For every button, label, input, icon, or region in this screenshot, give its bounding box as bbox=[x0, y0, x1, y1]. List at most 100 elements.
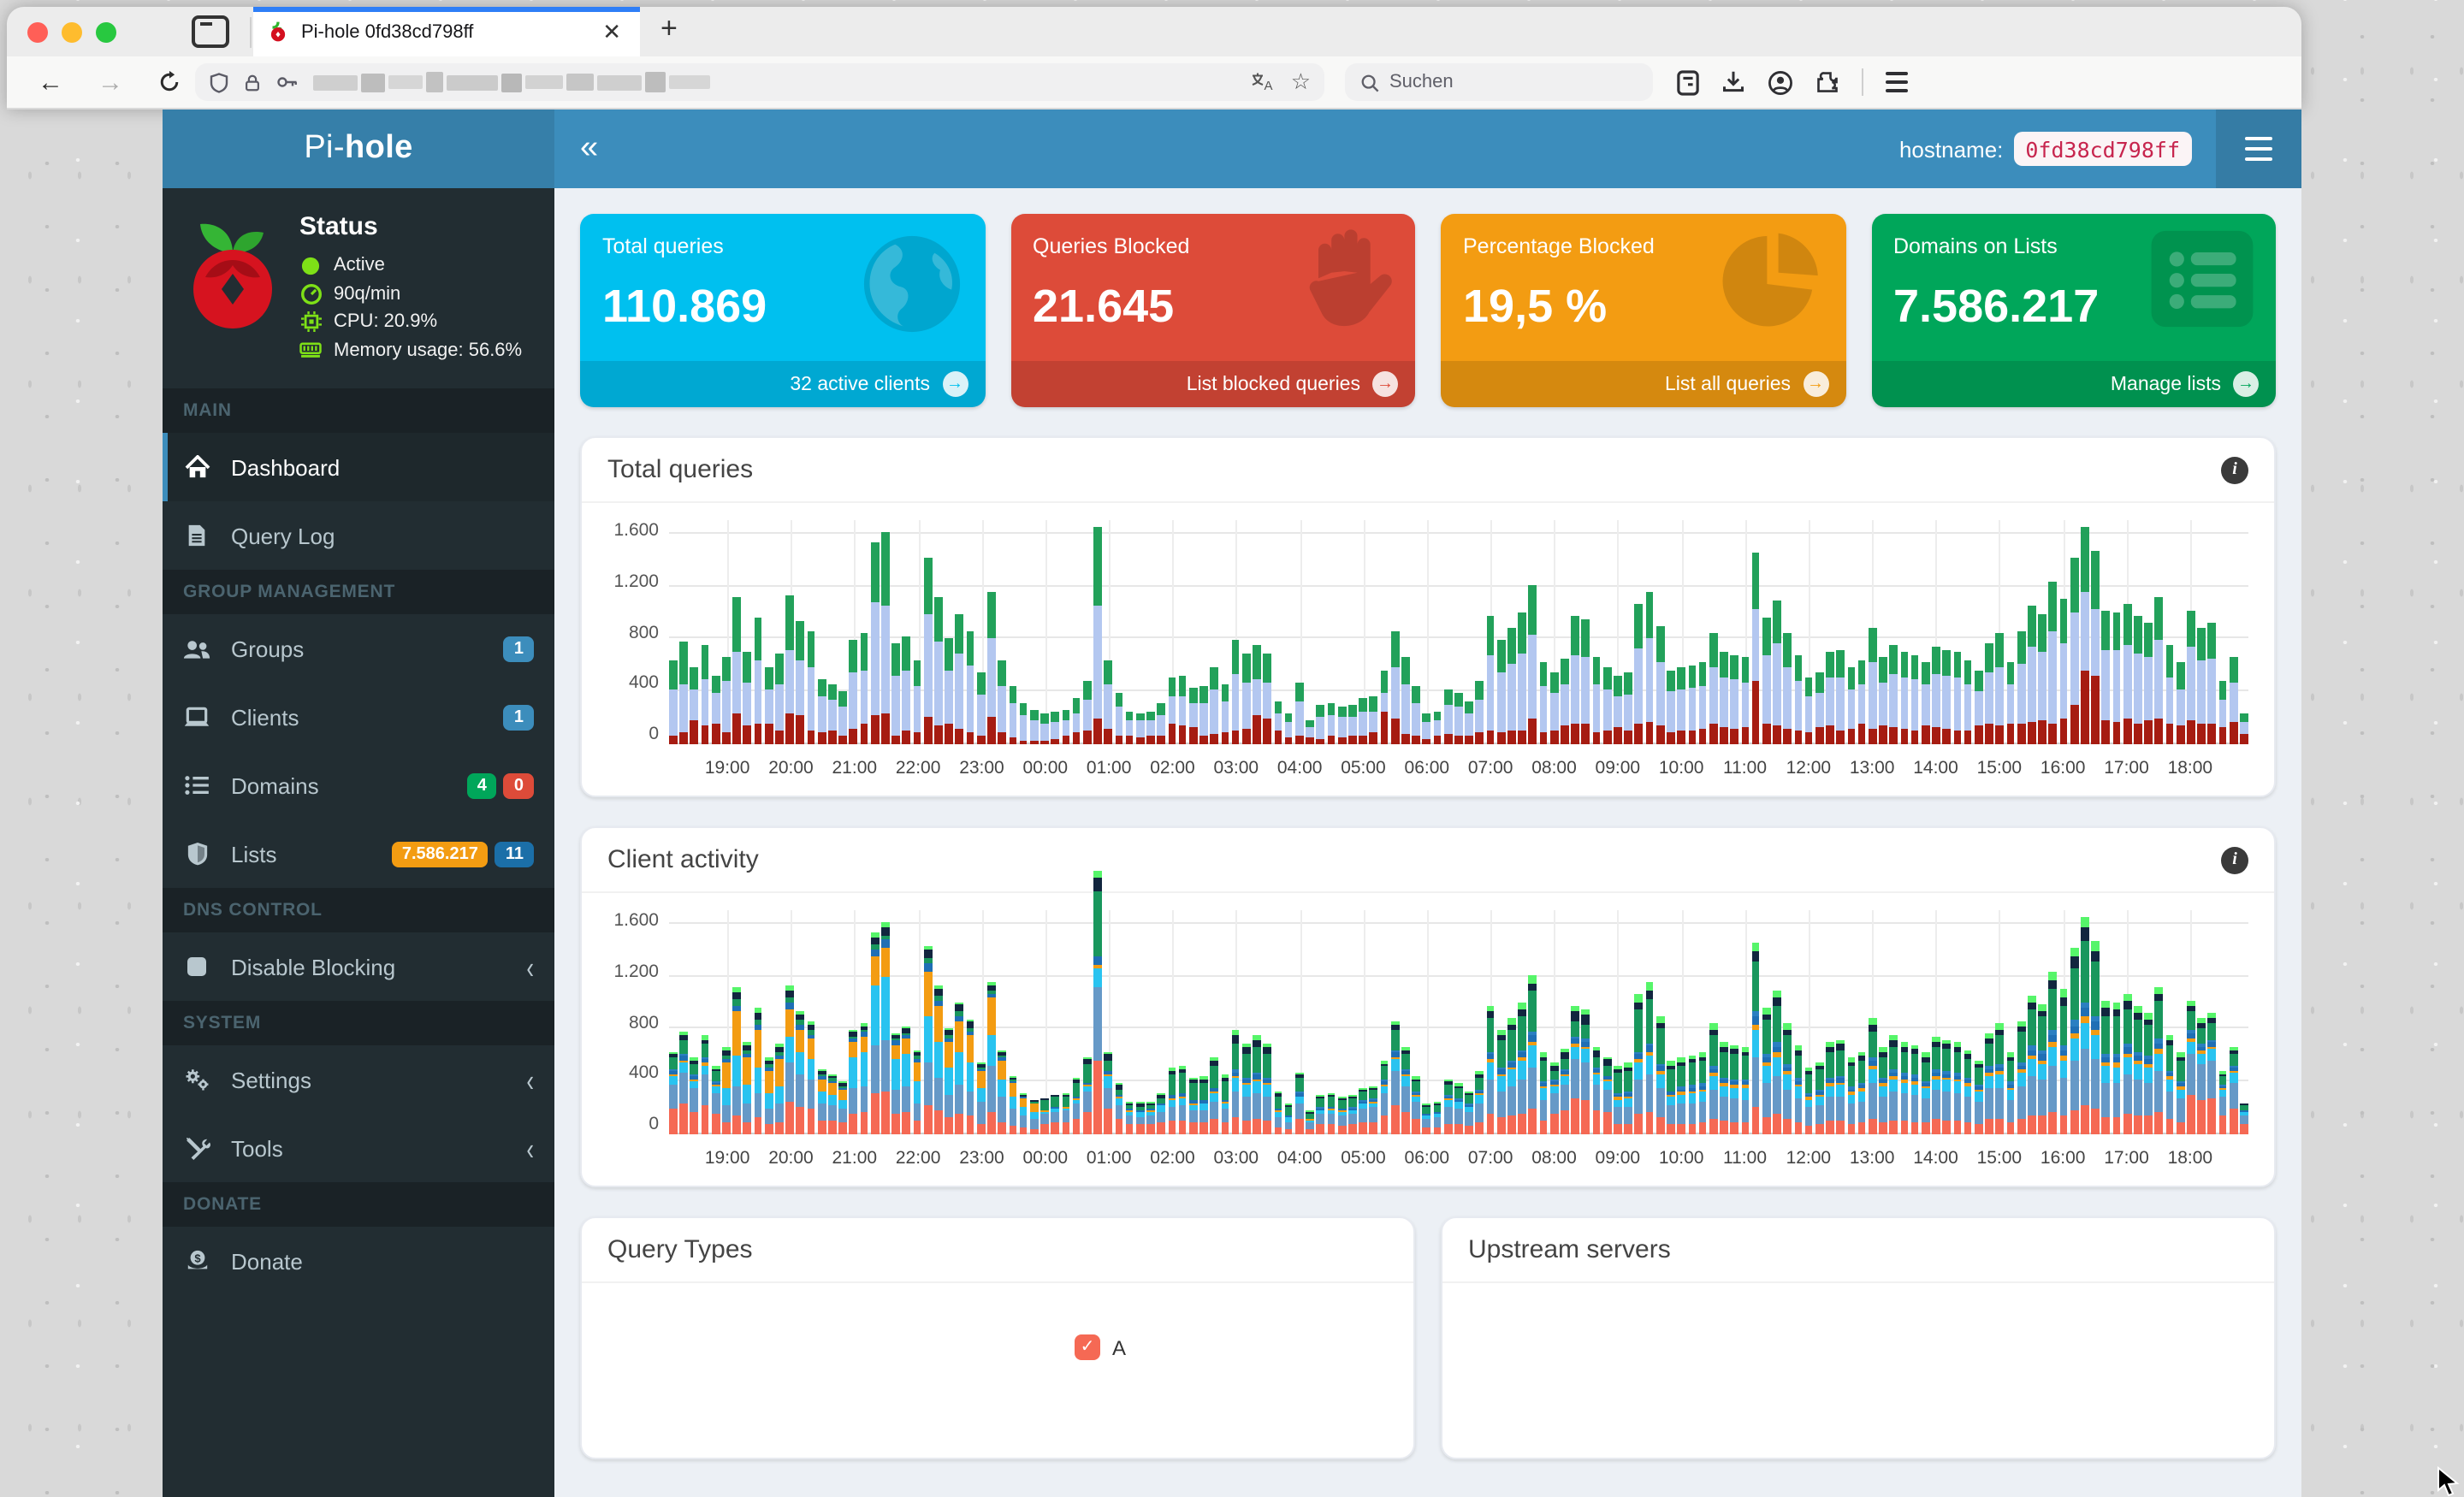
stacked-bar[interactable] bbox=[1422, 713, 1431, 744]
stacked-bar[interactable] bbox=[1857, 1051, 1866, 1134]
info-icon[interactable]: i bbox=[2221, 846, 2248, 873]
stacked-bar[interactable] bbox=[1720, 652, 1728, 744]
stacked-bar[interactable] bbox=[1475, 681, 1484, 744]
stacked-bar[interactable] bbox=[754, 618, 762, 744]
stacked-bar[interactable] bbox=[2229, 1047, 2238, 1134]
stacked-bar[interactable] bbox=[2134, 616, 2142, 744]
stacked-bar[interactable] bbox=[2038, 1003, 2046, 1134]
stacked-bar[interactable] bbox=[1879, 657, 1887, 744]
stacked-bar[interactable] bbox=[1157, 703, 1166, 744]
info-icon[interactable]: i bbox=[2221, 456, 2248, 483]
stacked-bar[interactable] bbox=[2112, 612, 2121, 744]
stacked-bar[interactable] bbox=[849, 1030, 858, 1134]
card-footer-link[interactable]: List all queries → bbox=[1441, 361, 1845, 407]
stacked-bar[interactable] bbox=[679, 641, 688, 744]
stacked-bar[interactable] bbox=[1783, 1023, 1792, 1134]
stacked-bar[interactable] bbox=[796, 1010, 805, 1134]
downloads-icon[interactable] bbox=[1721, 70, 1745, 94]
sidebar-item-tools[interactable]: Tools ‹ bbox=[163, 1114, 554, 1182]
stacked-bar[interactable] bbox=[2123, 994, 2132, 1134]
stacked-bar[interactable] bbox=[2081, 916, 2089, 1134]
stacked-bar[interactable] bbox=[1614, 1066, 1622, 1134]
stacked-bar[interactable] bbox=[1953, 652, 1962, 744]
stacked-bar[interactable] bbox=[881, 531, 890, 744]
stacked-bar[interactable] bbox=[1380, 670, 1389, 744]
stacked-bar[interactable] bbox=[849, 640, 858, 744]
sidebar-item-clients[interactable]: Clients 1 bbox=[163, 683, 554, 751]
stacked-bar[interactable] bbox=[1157, 1093, 1166, 1134]
stacked-bar[interactable] bbox=[1995, 1023, 2005, 1134]
stacked-bar[interactable] bbox=[796, 620, 805, 744]
stacked-bar[interactable] bbox=[2176, 662, 2185, 744]
stacked-bar[interactable] bbox=[1348, 1094, 1357, 1134]
stacked-bar[interactable] bbox=[2176, 1052, 2185, 1134]
stacked-bar[interactable] bbox=[891, 642, 900, 744]
sidebar-item-query-log[interactable]: Query Log bbox=[163, 501, 554, 570]
stacked-bar[interactable] bbox=[732, 596, 741, 744]
translate-icon[interactable]: A bbox=[1252, 72, 1276, 92]
stacked-bar[interactable] bbox=[1125, 711, 1134, 744]
stacked-bar[interactable] bbox=[690, 1057, 699, 1134]
stacked-bar[interactable] bbox=[1868, 628, 1877, 744]
stacked-bar[interactable] bbox=[923, 557, 933, 744]
stacked-bar[interactable] bbox=[1667, 670, 1675, 744]
stacked-bar[interactable] bbox=[1210, 1056, 1219, 1134]
sidebar-item-groups[interactable]: Groups 1 bbox=[163, 614, 554, 683]
stacked-bar[interactable] bbox=[1942, 649, 1952, 744]
stacked-bar[interactable] bbox=[1868, 1018, 1877, 1134]
stacked-bar[interactable] bbox=[1465, 1091, 1473, 1134]
stacked-bar[interactable] bbox=[1773, 601, 1781, 744]
stacked-bar[interactable] bbox=[987, 981, 996, 1134]
stacked-bar[interactable] bbox=[2154, 596, 2164, 744]
stacked-bar[interactable] bbox=[807, 1021, 815, 1134]
stacked-bar[interactable] bbox=[1667, 1060, 1675, 1134]
stacked-bar[interactable] bbox=[2081, 526, 2089, 744]
stacked-bar[interactable] bbox=[1677, 667, 1685, 744]
stacked-bar[interactable] bbox=[1549, 672, 1559, 744]
stacked-bar[interactable] bbox=[1263, 653, 1272, 744]
search-input[interactable]: Suchen bbox=[1345, 63, 1653, 101]
card-footer-link[interactable]: Manage lists → bbox=[1871, 361, 2276, 407]
stacked-bar[interactable] bbox=[955, 613, 964, 744]
sidebar-item-dashboard[interactable]: Dashboard bbox=[163, 433, 554, 501]
stacked-bar[interactable] bbox=[1921, 1052, 1930, 1134]
stacked-bar[interactable] bbox=[1507, 628, 1516, 744]
stacked-bar[interactable] bbox=[2101, 611, 2111, 744]
stacked-bar[interactable] bbox=[1294, 1072, 1304, 1134]
stacked-bar[interactable] bbox=[1188, 687, 1198, 744]
stacked-bar[interactable] bbox=[1836, 1039, 1845, 1134]
stacked-bar[interactable] bbox=[1815, 672, 1824, 744]
pihole-logo[interactable]: Pi-hole bbox=[163, 109, 554, 188]
stacked-bar[interactable] bbox=[1964, 1050, 1972, 1134]
stacked-bar[interactable] bbox=[1528, 584, 1537, 744]
stacked-bar[interactable] bbox=[1062, 710, 1070, 744]
stacked-bar[interactable] bbox=[1294, 682, 1304, 744]
stacked-bar[interactable] bbox=[1794, 1045, 1803, 1134]
stacked-bar[interactable] bbox=[1337, 706, 1346, 744]
stacked-bar[interactable] bbox=[2028, 606, 2036, 744]
stacked-bar[interactable] bbox=[2112, 1003, 2121, 1134]
stacked-bar[interactable] bbox=[1826, 652, 1834, 744]
stacked-bar[interactable] bbox=[1040, 713, 1049, 744]
stacked-bar[interactable] bbox=[1327, 1093, 1336, 1134]
stacked-bar[interactable] bbox=[1422, 1104, 1431, 1134]
stacked-bar[interactable] bbox=[1146, 711, 1155, 744]
stacked-bar[interactable] bbox=[1518, 1003, 1526, 1134]
stacked-bar[interactable] bbox=[2006, 662, 2015, 744]
stacked-bar[interactable] bbox=[2144, 623, 2153, 744]
stacked-bar[interactable] bbox=[1602, 666, 1612, 744]
stacked-bar[interactable] bbox=[1306, 1110, 1314, 1134]
stacked-bar[interactable] bbox=[1486, 615, 1495, 744]
stacked-bar[interactable] bbox=[1985, 1033, 1993, 1134]
stacked-bar[interactable] bbox=[1009, 1076, 1017, 1134]
stacked-bar[interactable] bbox=[1900, 1042, 1909, 1134]
stacked-bar[interactable] bbox=[1146, 1101, 1155, 1134]
tab-close-icon[interactable]: ✕ bbox=[597, 18, 626, 45]
stacked-bar[interactable] bbox=[2017, 630, 2025, 744]
stacked-bar[interactable] bbox=[1730, 654, 1739, 744]
stacked-bar[interactable] bbox=[1645, 591, 1654, 744]
account-icon[interactable] bbox=[1768, 69, 1793, 95]
stacked-bar[interactable] bbox=[2197, 1018, 2206, 1134]
stacked-bar[interactable] bbox=[754, 1008, 762, 1134]
stacked-bar[interactable] bbox=[1571, 1005, 1579, 1134]
